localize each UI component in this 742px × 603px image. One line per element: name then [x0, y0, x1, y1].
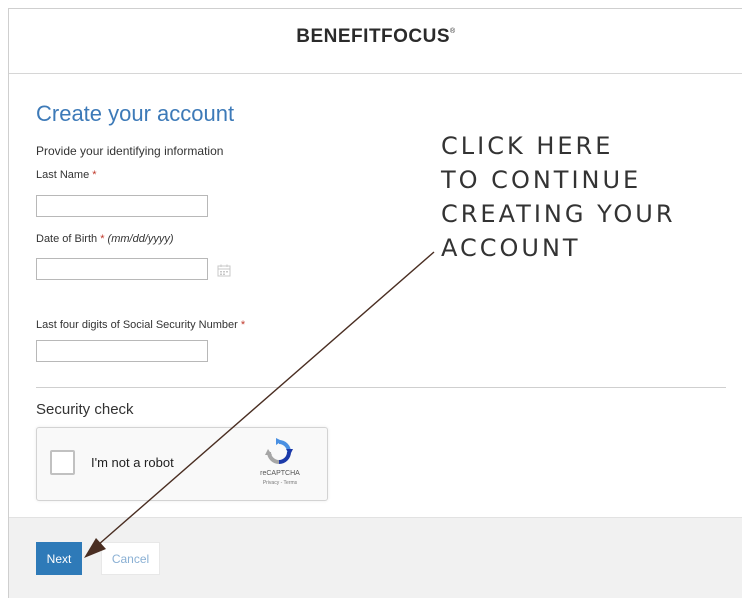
required-marker: *: [100, 233, 105, 245]
recaptcha-checkbox[interactable]: [50, 450, 75, 475]
callout-line: CLICK HERE: [441, 132, 614, 160]
cancel-button[interactable]: Cancel: [101, 542, 160, 575]
last-name-label-text: Last Name: [36, 169, 90, 181]
section-divider: [36, 387, 726, 388]
security-check-title: Security check: [36, 401, 134, 418]
dob-format-hint: (mm/dd/yyyy): [107, 233, 174, 245]
brand-logo: BENEFITFOCUS®: [296, 26, 455, 48]
next-button[interactable]: Next: [36, 542, 82, 575]
brand-logo-text: BENEFITFOCUS: [296, 26, 451, 47]
form-footer: Next Cancel: [9, 517, 742, 598]
callout-line: CREATING YOUR: [441, 200, 676, 228]
header: BENEFITFOCUS®: [9, 9, 742, 65]
recaptcha-brand: reCAPTCHA: [260, 470, 300, 477]
last-name-input[interactable]: [36, 195, 208, 217]
callout-line: ACCOUNT: [441, 234, 581, 262]
last-name-label: Last Name *: [36, 169, 97, 181]
calendar-icon[interactable]: [217, 264, 231, 277]
registered-mark: ®: [450, 28, 456, 35]
ssn-label-text: Last four digits of Social Security Numb…: [36, 319, 238, 331]
page-frame: BENEFITFOCUS® Create your account Provid…: [8, 8, 742, 598]
page-title: Create your account: [36, 101, 235, 126]
recaptcha-widget: I'm not a robot reCAPTCHA Privacy - Term…: [36, 427, 328, 501]
ssn-label: Last four digits of Social Security Numb…: [36, 319, 245, 331]
required-marker: *: [92, 169, 97, 181]
dob-label: Date of Birth * (mm/dd/yyyy): [36, 233, 174, 245]
dob-input[interactable]: [36, 258, 208, 280]
required-marker: *: [240, 319, 246, 331]
ssn-last-four-input[interactable]: [36, 340, 208, 362]
instruction-callout: CLICK HERE TO CONTINUE CREATING YOUR ACC…: [441, 129, 741, 265]
dob-label-text: Date of Birth: [36, 233, 98, 245]
recaptcha-icon: [263, 436, 295, 468]
recaptcha-checkbox-label: I'm not a robot: [91, 455, 174, 470]
callout-line: TO CONTINUE: [441, 166, 642, 194]
recaptcha-privacy-terms-link[interactable]: Privacy - Terms: [245, 480, 315, 486]
form-subtitle: Provide your identifying information: [36, 144, 224, 158]
